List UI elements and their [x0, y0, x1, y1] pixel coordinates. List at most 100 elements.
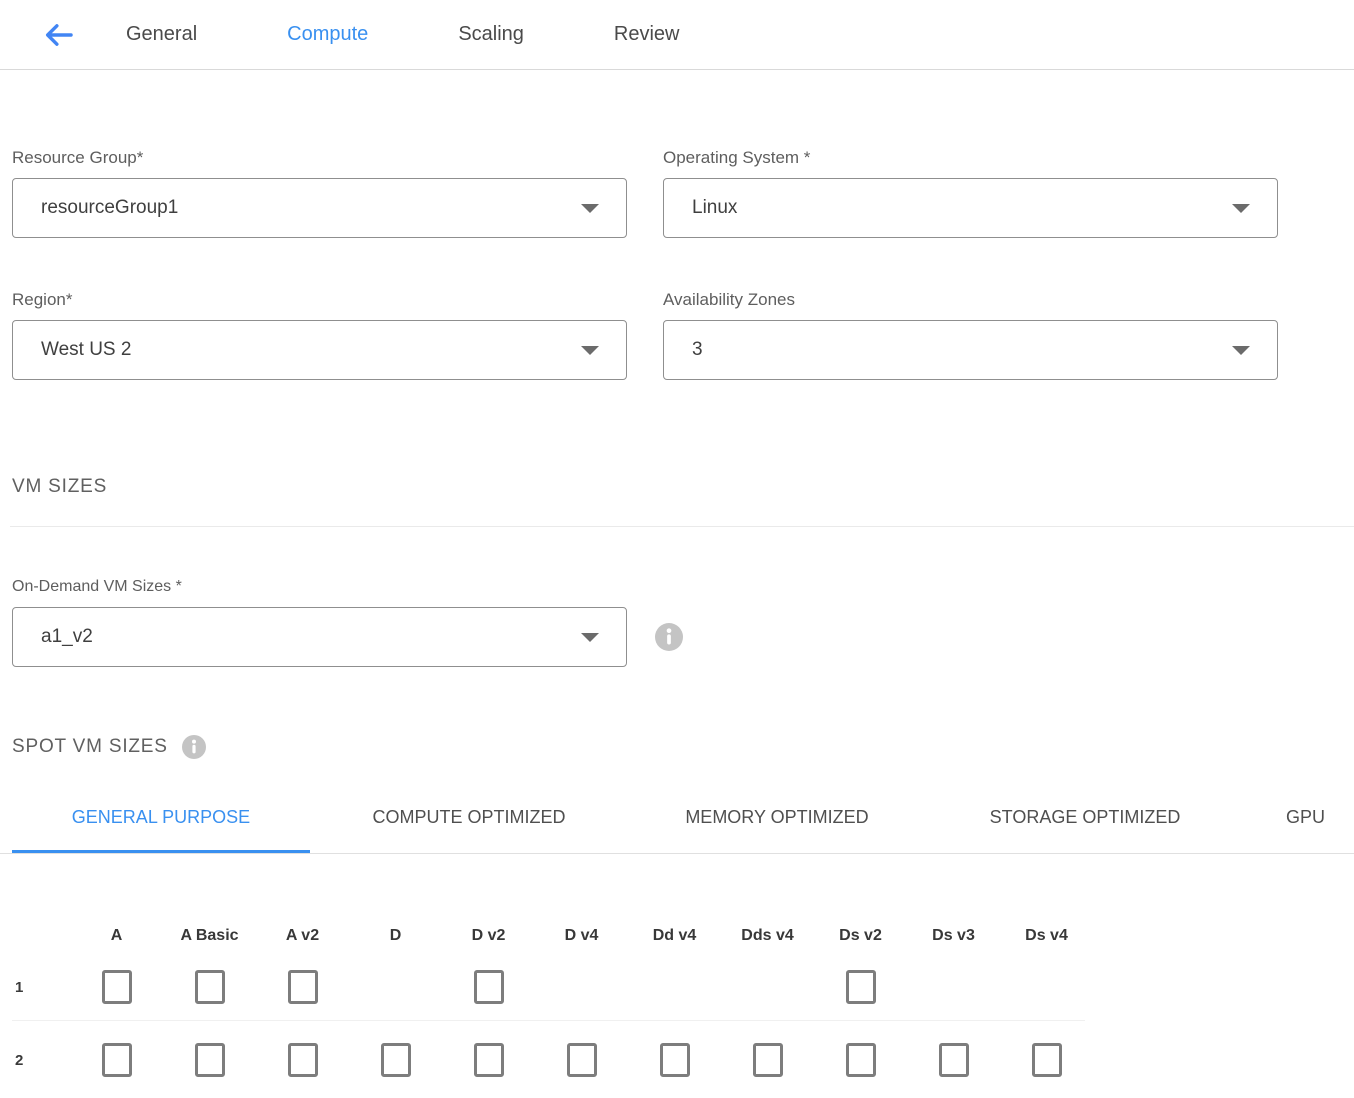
vm-size-cell [535, 970, 628, 1004]
on-demand-vm-sizes-label: On-Demand VM Sizes * [12, 577, 1342, 597]
vm-size-cell [349, 970, 442, 1004]
vm-size-column-header: Dds v4 [721, 926, 814, 946]
table-row: 2 [12, 1043, 1354, 1077]
vm-size-checkbox[interactable] [102, 970, 132, 1004]
vm-size-column-header: Ds v3 [907, 926, 1000, 946]
availability-zones-select[interactable]: 3 [663, 320, 1278, 380]
info-icon[interactable] [182, 735, 206, 759]
vm-size-checkbox[interactable] [753, 1043, 783, 1077]
field-resource-group: Resource Group* resourceGroup1 [12, 148, 627, 238]
vm-size-checkbox[interactable] [288, 1043, 318, 1077]
chevron-down-icon [581, 346, 599, 355]
vm-size-column-header: Ds v2 [814, 926, 907, 946]
field-operating-system: Operating System * Linux [663, 148, 1278, 238]
region-value: West US 2 [41, 339, 131, 361]
table-row-divider [12, 1020, 1085, 1021]
tab-compute-optimized[interactable]: COMPUTE OPTIMIZED [320, 801, 618, 854]
tab-storage-optimized[interactable]: STORAGE OPTIMIZED [936, 801, 1234, 854]
vm-sizes-section-title: VM SIZES [12, 476, 1342, 498]
vm-size-checkbox[interactable] [381, 1043, 411, 1077]
vm-size-cell [628, 970, 721, 1004]
spot-vm-size-table: AA BasicA v2DD v2D v4Dd v4Dds v4Ds v2Ds … [12, 926, 1354, 1077]
vm-size-cell [349, 1043, 442, 1077]
vm-size-checkbox[interactable] [846, 1043, 876, 1077]
tab-memory-optimized[interactable]: MEMORY OPTIMIZED [628, 801, 926, 854]
spot-vm-sizes-section-title: SPOT VM SIZES [12, 735, 168, 759]
step-general[interactable]: General [126, 23, 197, 46]
chevron-down-icon [1232, 346, 1250, 355]
resource-group-select[interactable]: resourceGroup1 [12, 178, 627, 238]
row-index-label: 2 [12, 1052, 70, 1069]
vm-size-cell [163, 1043, 256, 1077]
vm-size-checkbox[interactable] [195, 970, 225, 1004]
vm-size-cell [256, 1043, 349, 1077]
region-label: Region* [12, 290, 627, 310]
section-divider [10, 526, 1354, 527]
vm-size-cell [442, 970, 535, 1004]
vm-size-cell [907, 1043, 1000, 1077]
availability-zones-label: Availability Zones [663, 290, 1278, 310]
step-review[interactable]: Review [614, 23, 680, 46]
on-demand-vm-sizes-value: a1_v2 [41, 626, 93, 648]
field-region: Region* West US 2 [12, 290, 627, 380]
step-scaling[interactable]: Scaling [458, 23, 524, 46]
operating-system-label: Operating System * [663, 148, 1278, 168]
tab-general-purpose[interactable]: GENERAL PURPOSE [12, 801, 310, 854]
region-select[interactable]: West US 2 [12, 320, 627, 380]
vm-size-cell [721, 970, 814, 1004]
vm-size-checkbox[interactable] [846, 970, 876, 1004]
row-index-label: 1 [12, 979, 70, 996]
vm-size-cell [163, 970, 256, 1004]
wizard-steps: General Compute Scaling Review [126, 23, 680, 46]
back-arrow-icon[interactable] [40, 16, 78, 54]
availability-zones-value: 3 [692, 339, 703, 361]
step-navigation-bar: General Compute Scaling Review [0, 0, 1354, 70]
vm-size-checkbox[interactable] [939, 1043, 969, 1077]
chevron-down-icon [581, 204, 599, 213]
operating-system-select[interactable]: Linux [663, 178, 1278, 238]
operating-system-value: Linux [692, 197, 737, 219]
step-compute[interactable]: Compute [287, 23, 368, 46]
vm-size-checkbox[interactable] [195, 1043, 225, 1077]
vm-size-column-header: Dd v4 [628, 926, 721, 946]
on-demand-row: a1_v2 [12, 607, 1354, 667]
tab-gpu[interactable]: GPU [1286, 801, 1325, 854]
chevron-down-icon [1232, 204, 1250, 213]
vm-size-column-header: D [349, 926, 442, 946]
vm-size-cell [1000, 1043, 1093, 1077]
vm-size-checkbox[interactable] [288, 970, 318, 1004]
vm-size-cell [721, 1043, 814, 1077]
spot-category-tabs: GENERAL PURPOSE COMPUTE OPTIMIZED MEMORY… [0, 801, 1354, 854]
spot-vm-sizes-header: SPOT VM SIZES [12, 735, 1342, 759]
vm-size-cell [628, 1043, 721, 1077]
vm-size-table-header: AA BasicA v2DD v2D v4Dd v4Dds v4Ds v2Ds … [12, 926, 1354, 946]
vm-size-cell [256, 970, 349, 1004]
info-icon[interactable] [655, 623, 683, 651]
vm-size-cell [70, 1043, 163, 1077]
vm-size-cell [907, 970, 1000, 1004]
chevron-down-icon [581, 633, 599, 642]
vm-size-cell [535, 1043, 628, 1077]
vm-size-column-header: D v2 [442, 926, 535, 946]
vm-size-checkbox[interactable] [474, 970, 504, 1004]
on-demand-vm-sizes-select[interactable]: a1_v2 [12, 607, 627, 667]
vm-size-checkbox[interactable] [567, 1043, 597, 1077]
vm-size-checkbox[interactable] [474, 1043, 504, 1077]
vm-size-column-header: Ds v4 [1000, 926, 1093, 946]
vm-size-cell [442, 1043, 535, 1077]
vm-size-cell [814, 1043, 907, 1077]
resource-group-value: resourceGroup1 [41, 197, 178, 219]
field-availability-zones: Availability Zones 3 [663, 290, 1278, 380]
vm-size-checkbox[interactable] [102, 1043, 132, 1077]
vm-size-column-header: A v2 [256, 926, 349, 946]
vm-size-cell [814, 970, 907, 1004]
vm-size-cell [70, 970, 163, 1004]
vm-size-column-header: D v4 [535, 926, 628, 946]
vm-size-checkbox[interactable] [1032, 1043, 1062, 1077]
vm-size-column-header: A Basic [163, 926, 256, 946]
resource-group-label: Resource Group* [12, 148, 627, 168]
vm-size-cell [1000, 970, 1093, 1004]
vm-size-checkbox[interactable] [660, 1043, 690, 1077]
vm-size-column-header: A [70, 926, 163, 946]
compute-form: Resource Group* resourceGroup1 Operating… [12, 148, 1342, 380]
